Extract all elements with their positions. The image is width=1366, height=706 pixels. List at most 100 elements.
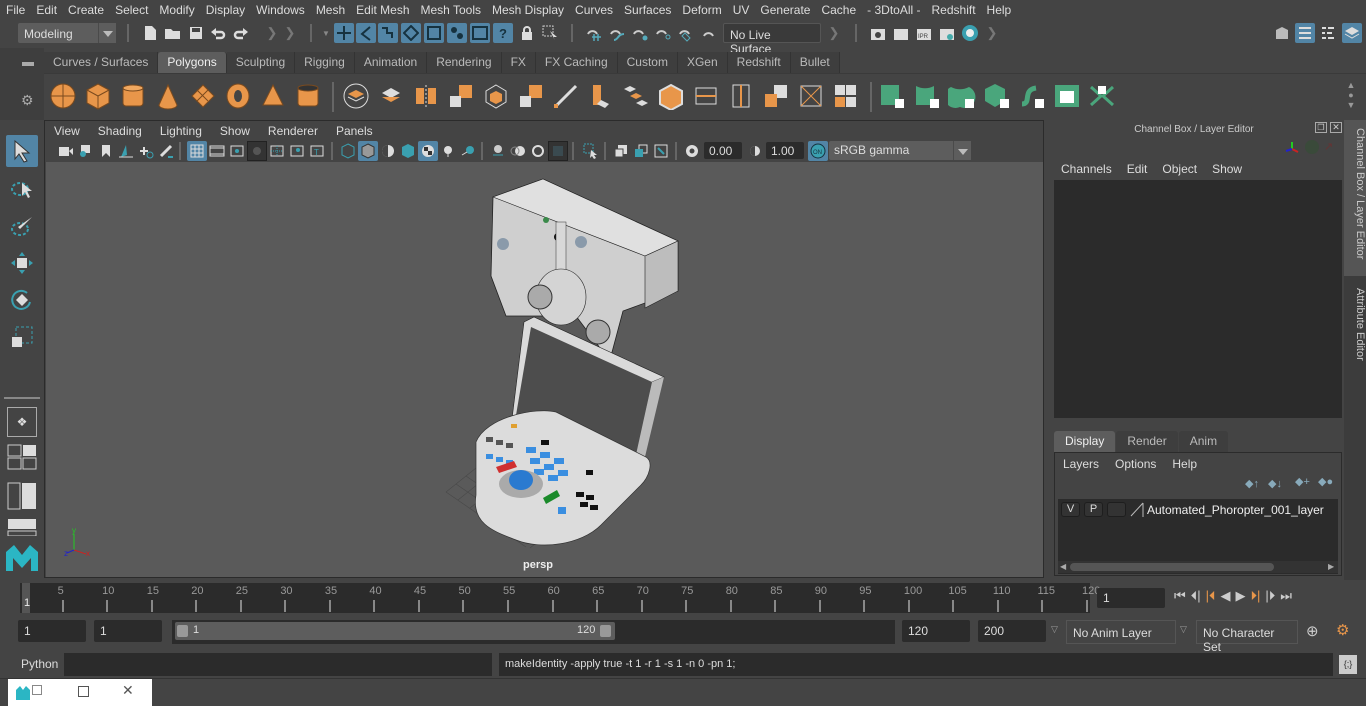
screen-space-ao-icon[interactable]	[488, 141, 508, 161]
play-forward-icon[interactable]: ▶	[1235, 588, 1245, 604]
menu-edit[interactable]: Edit	[30, 3, 62, 17]
menu-edit-mesh[interactable]: Edit Mesh	[350, 3, 414, 17]
side-tab-attribute-editor[interactable]: Attribute Editor	[1344, 280, 1366, 380]
uv-spherical-icon[interactable]	[948, 82, 976, 110]
scroll-left-icon[interactable]: ◀	[1060, 562, 1066, 571]
target-weld-icon[interactable]	[797, 82, 825, 110]
color-management-toggle[interactable]: ON	[808, 141, 828, 161]
safe-action-icon[interactable]	[287, 141, 307, 161]
depth-of-field-icon[interactable]	[548, 141, 568, 161]
single-view-layout-button[interactable]: ❖	[7, 407, 37, 437]
manipulator-axis-icon[interactable]	[1284, 140, 1300, 159]
range-slider-handle[interactable]: 1 120	[175, 622, 615, 640]
scrollbar-thumb[interactable]	[1070, 563, 1274, 571]
horizontal-scrollbar[interactable]: ◀ ▶	[1058, 561, 1338, 573]
shelf-tab-rigging[interactable]: Rigging	[295, 52, 355, 73]
snap-to-grid-icon[interactable]	[584, 23, 604, 43]
poly-cone-icon[interactable]	[154, 82, 182, 110]
script-language-toggle[interactable]: Python	[21, 657, 58, 671]
channel-box-area[interactable]	[1054, 180, 1342, 418]
shadows-icon[interactable]	[458, 141, 478, 161]
playback-end-field[interactable]: 120	[902, 620, 970, 642]
reduce-icon[interactable]	[482, 82, 510, 110]
move-tool-button[interactable]	[6, 247, 38, 279]
camera-attributes-icon[interactable]	[76, 141, 96, 161]
close-icon[interactable]: ✕	[1330, 122, 1342, 133]
offset-edge-loop-icon[interactable]	[727, 82, 755, 110]
menu-select[interactable]: Select	[109, 3, 153, 17]
xray-joints-icon[interactable]	[651, 141, 671, 161]
playback-start-field[interactable]: 1	[94, 620, 162, 642]
xray-active-components-icon[interactable]	[631, 141, 651, 161]
viewport-menu-panels[interactable]: Panels	[327, 124, 382, 138]
select-tool-button[interactable]	[6, 135, 38, 167]
channel-menu-show[interactable]: Show	[1205, 162, 1250, 176]
collapse-arrow-icon[interactable]: ❯	[280, 23, 300, 43]
step-back-key-icon[interactable]: |⏴	[1206, 588, 1216, 604]
maximize-icon[interactable]	[78, 686, 89, 697]
menu-windows[interactable]: Windows	[250, 3, 310, 17]
camera-icon[interactable]	[56, 141, 76, 161]
layer-color-swatch[interactable]	[1130, 502, 1144, 517]
magnet-icon[interactable]	[699, 23, 719, 43]
select-by-component-icon[interactable]	[378, 23, 398, 43]
menu-redshift[interactable]: Redshift	[926, 3, 981, 17]
render-frame-icon[interactable]	[891, 23, 911, 43]
keyed-channel-icon[interactable]: ↗	[1324, 140, 1333, 153]
remesh-icon[interactable]	[517, 82, 545, 110]
menu-file[interactable]: File	[0, 3, 30, 17]
lock-icon[interactable]	[517, 23, 537, 43]
chevron-down-icon[interactable]: ▽	[1180, 624, 1187, 635]
extrude-icon[interactable]	[587, 82, 615, 110]
isolate-select-icon[interactable]	[581, 141, 601, 161]
shelf-tab-redshift[interactable]: Redshift	[727, 52, 791, 73]
range-start-grip[interactable]	[177, 625, 188, 637]
menu-deform[interactable]: Deform	[676, 3, 726, 17]
select-by-vertex-icon[interactable]	[401, 23, 421, 43]
layer-row[interactable]: V P Automated_Phoropter_001_layer	[1058, 499, 1338, 521]
redo-icon[interactable]	[231, 23, 251, 43]
shelf-tab-bullet[interactable]: Bullet	[790, 52, 840, 73]
outliner-layout-button[interactable]	[7, 482, 37, 510]
use-all-lights-icon[interactable]	[438, 141, 458, 161]
timeline-track[interactable]: 1 5 10 15 20 25 30 35 40 45 50 55 60 65 70 75 80 85 90 95 1…	[20, 583, 1100, 613]
exposure-icon[interactable]	[682, 141, 702, 161]
select-highlight-icon[interactable]	[540, 23, 560, 43]
select-by-face-icon[interactable]	[424, 23, 444, 43]
shelf-tab-animation[interactable]: Animation	[354, 52, 428, 73]
attribute-editor-toggle-icon[interactable]	[1295, 23, 1315, 43]
exposure-field[interactable]: 0.00	[704, 142, 742, 159]
new-layer-icon[interactable]: ◆+	[1295, 475, 1310, 488]
layer-tab-anim[interactable]: Anim	[1178, 431, 1229, 452]
default-material-icon[interactable]	[378, 141, 398, 161]
four-view-layout-button[interactable]	[7, 444, 37, 470]
tool-settings-icon[interactable]	[1318, 23, 1338, 43]
select-by-object-type-icon[interactable]	[356, 23, 376, 43]
command-input[interactable]	[64, 653, 492, 676]
bridge-icon[interactable]	[622, 82, 650, 110]
chevron-down-icon[interactable]: ▽	[1051, 624, 1058, 635]
shelf-tab-fx[interactable]: FX	[501, 52, 536, 73]
poly-pipe-icon[interactable]	[294, 82, 322, 110]
film-gate-icon[interactable]	[207, 141, 227, 161]
viewport-menu-show[interactable]: Show	[211, 124, 259, 138]
animation-prefs-icon[interactable]: ⚙	[1336, 621, 1349, 639]
scale-tool-button[interactable]	[6, 321, 38, 353]
color-space-dropdown[interactable]: sRGB gamma	[829, 141, 971, 160]
channel-menu-object[interactable]: Object	[1155, 162, 1205, 176]
channel-menu-edit[interactable]: Edit	[1120, 162, 1156, 176]
persp-graph-layout-button[interactable]	[7, 518, 37, 536]
rotate-tool-button[interactable]	[6, 284, 38, 316]
uv-transfer-icon[interactable]	[1088, 82, 1116, 110]
shelf-tab-custom[interactable]: Custom	[617, 52, 678, 73]
lasso-tool-button[interactable]	[6, 173, 38, 205]
gate-mask-icon[interactable]	[247, 141, 267, 161]
channel-menu-channels[interactable]: Channels	[1054, 162, 1120, 176]
poly-cylinder-icon[interactable]	[119, 82, 147, 110]
layer-menu-options[interactable]: Options	[1107, 457, 1164, 471]
start-time-field[interactable]: 1	[18, 620, 86, 642]
uv-cylindrical-icon[interactable]	[913, 82, 941, 110]
menu-3dtoall[interactable]: - 3DtoAll -	[861, 3, 925, 17]
menu-generate[interactable]: Generate	[754, 3, 815, 17]
snap-to-view-plane-icon[interactable]	[653, 23, 673, 43]
